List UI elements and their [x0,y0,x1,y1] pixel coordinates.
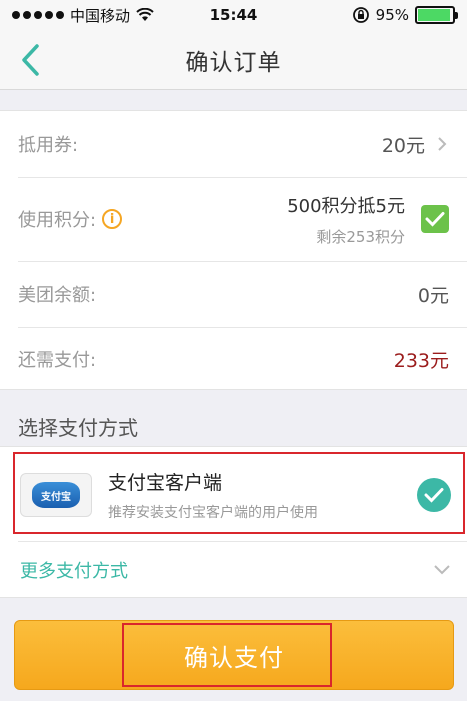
carrier-label: 中国移动 [70,6,131,25]
points-label: 使用积分: [18,210,97,231]
status-bar: 中国移动 15:44 95% [0,0,467,30]
wifi-icon [136,8,154,21]
order-summary-card: 抵用券: 20元 使用积分: i 500积分抵5元 剩余253积分 美团余额: … [0,110,467,390]
checkmark-icon [425,212,445,227]
amount-due-value: 233元 [393,349,449,372]
more-payment-methods[interactable]: 更多支付方式 [0,542,467,598]
balance-row: 美团余额: 0元 [0,261,467,327]
payment-description: 推荐安装支付宝客户端的用户使用 [108,505,318,521]
rotation-lock-icon [352,7,369,23]
chevron-left-icon [22,44,39,76]
chevron-down-icon [434,565,450,575]
points-offer: 500积分抵5元 [287,195,405,217]
more-payment-label: 更多支付方式 [20,561,128,582]
coupon-value: 20元 [381,134,425,157]
points-remaining: 剩余253积分 [316,227,405,246]
battery-percent: 95% [375,6,409,24]
coupon-label: 抵用券: [18,135,79,156]
signal-strength-icon [12,11,64,19]
coupon-row[interactable]: 抵用券: 20元 [0,111,467,177]
payment-methods-card: 支付宝 支付宝客户端 推荐安装支付宝客户端的用户使用 更多支付方式 [0,446,467,598]
confirm-payment-label: 确认支付 [184,643,284,672]
battery-icon [415,6,458,24]
chevron-right-icon [438,137,447,151]
page-title: 确认订单 [185,49,282,76]
payment-option-alipay[interactable]: 支付宝 支付宝客户端 推荐安装支付宝客户端的用户使用 [0,453,467,537]
use-points-checkbox[interactable] [421,205,449,233]
navigation-bar: 确认订单 [0,30,467,90]
balance-value: 0元 [417,284,449,307]
back-button[interactable] [20,42,50,78]
amount-due-row: 还需支付: 233元 [0,327,467,391]
points-row: 使用积分: i 500积分抵5元 剩余253积分 [0,177,467,261]
selected-check-icon [417,478,451,512]
payment-section-title: 选择支付方式 [18,416,138,440]
alipay-logo: 支付宝 [20,473,92,517]
amount-due-label: 还需支付: [18,350,97,371]
points-detail: 500积分抵5元 剩余253积分 [287,192,405,247]
payment-name: 支付宝客户端 [108,472,223,494]
info-icon[interactable]: i [102,209,123,229]
confirm-payment-button[interactable]: 确认支付 [14,620,454,690]
balance-label: 美团余额: [18,285,97,306]
